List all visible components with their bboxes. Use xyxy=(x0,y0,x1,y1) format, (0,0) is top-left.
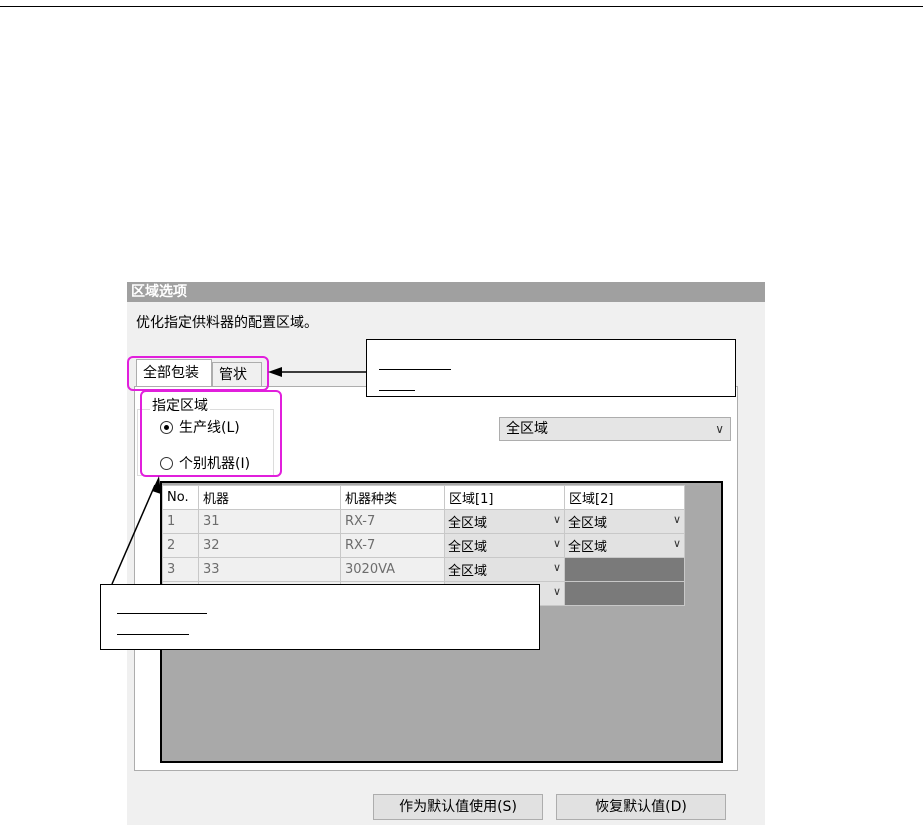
area1-combo[interactable]: 全区域 ∨ xyxy=(444,557,565,582)
chevron-down-icon[interactable]: ∨ xyxy=(553,513,561,526)
area2-disabled-cell xyxy=(564,581,685,606)
tab-callout-box xyxy=(366,339,736,397)
cell-no: 3 xyxy=(162,557,199,582)
table-row: 1 31 RX-7 全区域 ∨ 全区域 ∨ xyxy=(162,509,685,534)
area2-value: 全区域 xyxy=(568,516,608,531)
cell-machine: 31 xyxy=(198,509,341,534)
header-area2: 区域[2] xyxy=(564,485,685,510)
group-highlight-box xyxy=(140,390,282,477)
chevron-down-icon[interactable]: ∨ xyxy=(553,561,561,574)
group-callout-box xyxy=(100,584,540,650)
callout-underline xyxy=(379,369,451,370)
cell-type: RX-7 xyxy=(340,509,445,534)
header-type: 机器种类 xyxy=(340,485,445,510)
header-machine: 机器 xyxy=(198,485,341,510)
chevron-down-icon[interactable]: ∨ xyxy=(673,513,681,526)
cell-no: 2 xyxy=(162,533,199,558)
table-header-row: No. 机器 机器种类 区域[1] 区域[2] xyxy=(162,485,685,510)
header-area1: 区域[1] xyxy=(444,485,565,510)
area2-value: 全区域 xyxy=(568,540,608,555)
cell-type: RX-7 xyxy=(340,533,445,558)
table-row: 2 32 RX-7 全区域 ∨ 全区域 ∨ xyxy=(162,533,685,558)
chevron-down-icon[interactable]: ∨ xyxy=(673,537,681,550)
area-dropdown-value: 全区域 xyxy=(506,421,548,437)
callout-underline xyxy=(117,634,189,635)
set-default-button[interactable]: 作为默认值使用(S) xyxy=(373,794,543,820)
callout-underline xyxy=(379,390,415,391)
chevron-down-icon[interactable]: ∨ xyxy=(553,585,561,598)
tab-highlight-box xyxy=(127,356,269,391)
header-no: No. xyxy=(162,485,199,510)
cell-machine: 32 xyxy=(198,533,341,558)
area-dropdown[interactable]: 全区域 ∨ xyxy=(499,417,731,441)
cell-machine: 33 xyxy=(198,557,341,582)
area1-combo[interactable]: 全区域 ∨ xyxy=(444,533,565,558)
chevron-down-icon[interactable]: ∨ xyxy=(553,537,561,550)
area2-combo[interactable]: 全区域 ∨ xyxy=(564,509,685,534)
area2-disabled-cell xyxy=(564,557,685,582)
cell-no: 1 xyxy=(162,509,199,534)
page-top-rule xyxy=(0,6,923,7)
dialog-title: 区域选项 xyxy=(127,282,765,302)
table-row: 3 33 3020VA 全区域 ∨ xyxy=(162,557,685,582)
area1-value: 全区域 xyxy=(448,516,488,531)
area1-combo[interactable]: 全区域 ∨ xyxy=(444,509,565,534)
callout-underline xyxy=(117,613,207,614)
area2-combo[interactable]: 全区域 ∨ xyxy=(564,533,685,558)
cell-type: 3020VA xyxy=(340,557,445,582)
area1-value: 全区域 xyxy=(448,564,488,579)
restore-default-button[interactable]: 恢复默认值(D) xyxy=(556,794,726,820)
chevron-down-icon[interactable]: ∨ xyxy=(715,418,724,440)
area1-value: 全区域 xyxy=(448,540,488,555)
dialog-description: 优化指定供料器的配置区域。 xyxy=(136,315,318,331)
